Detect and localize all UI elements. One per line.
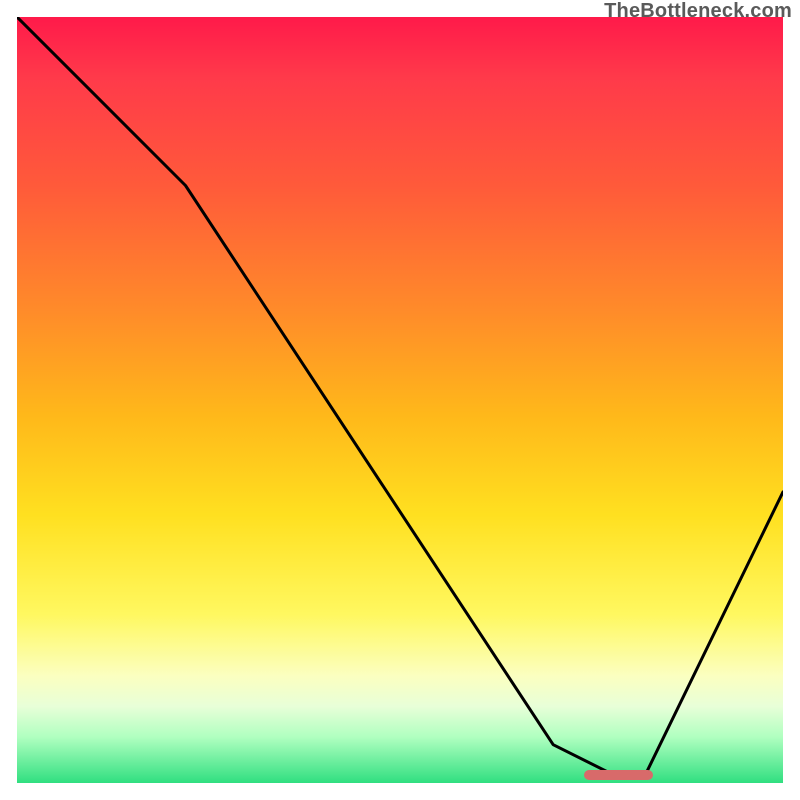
min-region-marker — [584, 770, 653, 780]
bottleneck-chart: TheBottleneck.com — [0, 0, 800, 800]
bottleneck-curve — [17, 17, 783, 783]
plot-area — [17, 17, 783, 783]
